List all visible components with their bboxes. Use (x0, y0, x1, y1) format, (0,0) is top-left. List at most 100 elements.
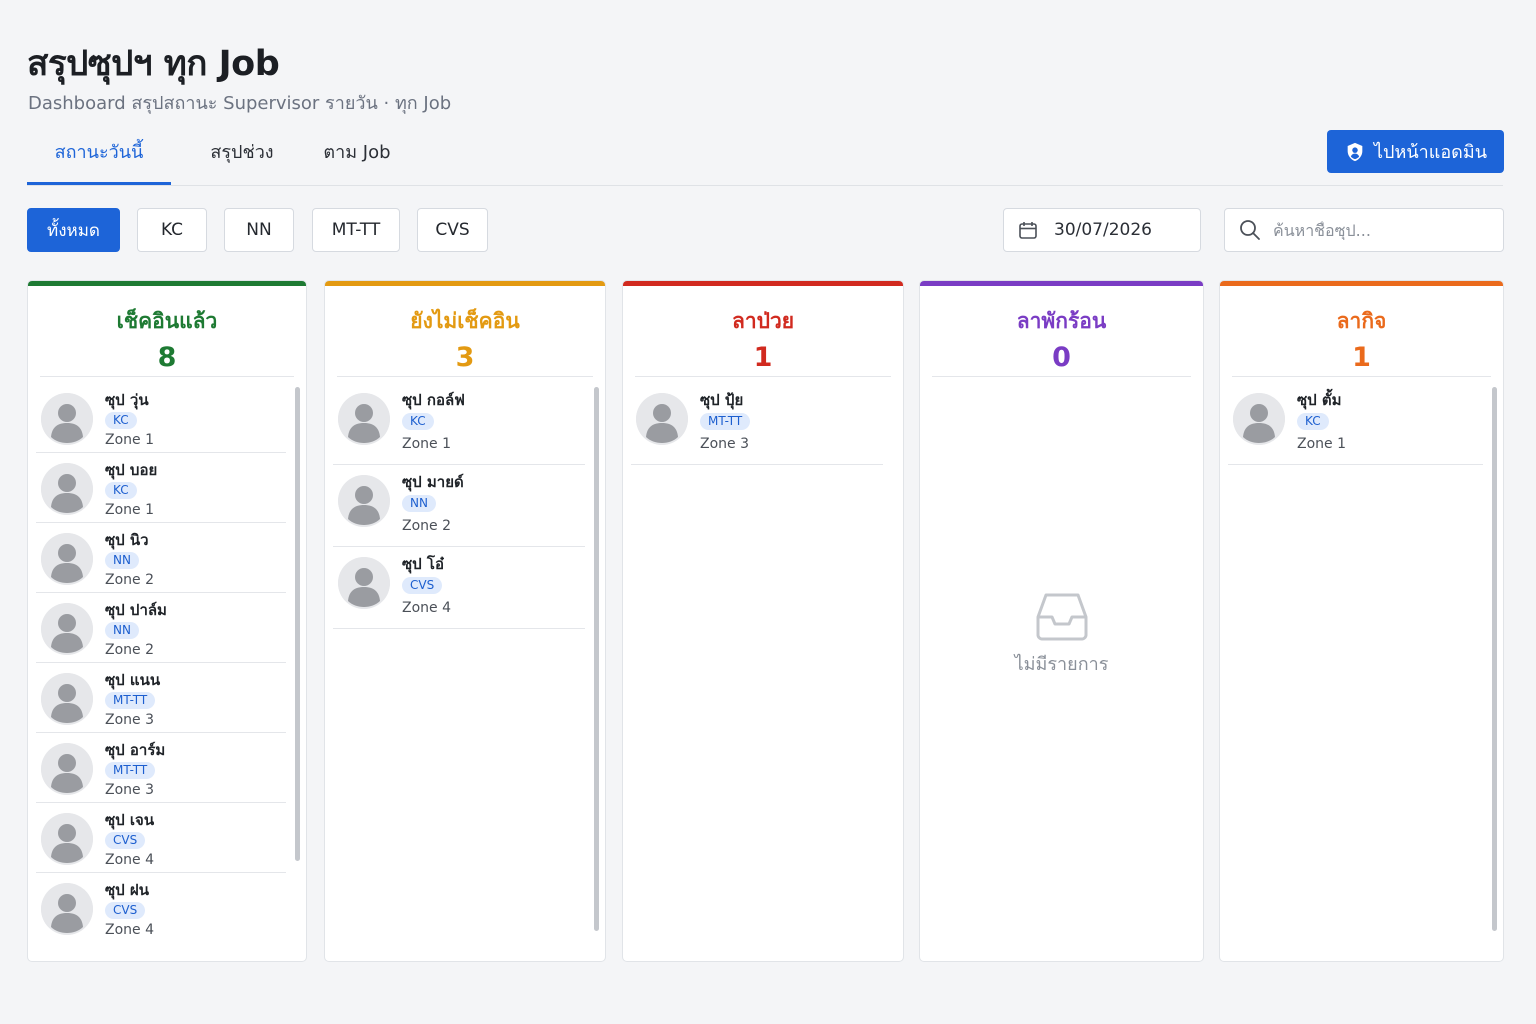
filter-kc-button[interactable]: KC (137, 208, 207, 252)
column-scrollbar[interactable] (1492, 387, 1497, 931)
avatar-person-icon (41, 533, 93, 585)
column-title: ลาป่วย (731, 309, 795, 333)
column-personal-leave: ลากิจ 1 ซุป ตั้ม KC Zone 1 (1219, 280, 1504, 962)
job-badge: KC (402, 413, 434, 430)
inbox-empty-icon (1036, 593, 1087, 641)
supervisor-card[interactable]: ซุป บอย KC Zone 1 (36, 453, 286, 523)
zone-label: Zone 3 (105, 782, 154, 798)
filter-all-button[interactable]: ทั้งหมด (27, 208, 120, 252)
column-title: ยังไม่เช็คอิน (410, 309, 520, 333)
supervisor-name: ซุป ตั้ม (1297, 391, 1342, 409)
filter-cvs-button[interactable]: CVS (417, 208, 488, 252)
supervisor-card[interactable]: ซุป ฝน CVS Zone 4 (36, 873, 286, 943)
avatar (41, 883, 93, 935)
go-admin-button[interactable]: ไปหน้าแอดมิน (1327, 130, 1504, 173)
search-box (1224, 208, 1504, 252)
search-input[interactable] (1273, 220, 1483, 240)
date-picker[interactable]: 30/07/2026 (1003, 208, 1201, 252)
avatar (338, 475, 390, 527)
supervisor-card[interactable]: ซุป ตั้ม KC Zone 1 (1228, 383, 1483, 465)
empty-label: ไม่มีรายการ (1014, 654, 1109, 675)
supervisor-name: ซุป นิว (105, 531, 149, 549)
avatar-person-icon (41, 463, 93, 515)
job-badge: CVS (105, 832, 146, 849)
job-badge: NN (402, 495, 436, 512)
zone-label: Zone 1 (105, 502, 154, 518)
column-title: ลาพักร้อน (1016, 309, 1107, 333)
calendar-icon (1019, 222, 1037, 239)
zone-label: Zone 2 (105, 642, 154, 658)
supervisor-name: ซุป กอล์ฟ (402, 391, 465, 409)
zone-label: Zone 4 (105, 852, 154, 868)
supervisor-card[interactable]: ซุป กอล์ฟ KC Zone 1 (333, 383, 585, 465)
column-count: 1 (1352, 342, 1371, 373)
zone-label: Zone 3 (105, 712, 154, 728)
job-badge: MT-TT (105, 762, 156, 779)
column-count: 3 (455, 342, 475, 373)
avatar (338, 393, 390, 445)
column-not-checked-in: ยังไม่เช็คอิน 3 ซุป กอล์ฟ KC Zone 1 ซุป มายด์… (324, 280, 606, 962)
job-badge: KC (1297, 413, 1329, 430)
supervisor-card[interactable]: ซุป โอ๋ CVS Zone 4 (333, 547, 585, 629)
column-list: ซุป วุ่น KC Zone 1 ซุป บอย KC Zone 1 ซุป นิว NN… (36, 383, 286, 943)
zone-label: Zone 2 (402, 518, 451, 534)
supervisor-card[interactable]: ซุป เจน CVS Zone 4 (36, 803, 286, 873)
column-sick-leave: ลาป่วย 1 ซุป ปุ้ย MT-TT Zone 3 (622, 280, 904, 962)
supervisor-card[interactable]: ซุป นิว NN Zone 2 (36, 523, 286, 593)
supervisor-name: ซุป อาร์ม (105, 741, 166, 759)
avatar (636, 393, 688, 445)
avatar-person-icon (338, 557, 390, 609)
avatar (41, 603, 93, 655)
supervisor-card[interactable]: ซุป แนน MT-TT Zone 3 (36, 663, 286, 733)
avatar (338, 557, 390, 609)
job-badge: CVS (105, 902, 146, 919)
avatar (41, 813, 93, 865)
tab-by-job[interactable]: ตาม Job (307, 130, 407, 185)
avatar (1233, 393, 1285, 445)
column-header: ลาป่วย 1 (635, 286, 891, 377)
column-header: ลากิจ 1 (1232, 286, 1491, 377)
supervisor-card[interactable]: ซุป ปาล์ม NN Zone 2 (36, 593, 286, 663)
date-value: 30/07/2026 (1054, 220, 1152, 240)
column-scrollbar[interactable] (594, 387, 599, 931)
column-count: 0 (1052, 342, 1071, 373)
avatar-person-icon (41, 743, 93, 795)
supervisor-card[interactable]: ซุป วุ่น KC Zone 1 (36, 383, 286, 453)
job-badge: NN (105, 622, 139, 639)
filter-mt-tt-button[interactable]: MT-TT (312, 208, 400, 252)
avatar (41, 463, 93, 515)
column-list: ซุป กอล์ฟ KC Zone 1 ซุป มายด์ NN Zone 2 ซุป โอ… (333, 383, 585, 629)
filter-nn-button[interactable]: NN (224, 208, 294, 252)
job-badge: KC (105, 482, 137, 499)
avatar (41, 743, 93, 795)
search-icon (1240, 220, 1260, 240)
column-count: 1 (753, 342, 773, 373)
avatar-person-icon (41, 603, 93, 655)
avatar-person-icon (41, 673, 93, 725)
column-list: ซุป ปุ้ย MT-TT Zone 3 (631, 383, 883, 465)
supervisor-card[interactable]: ซุป มายด์ NN Zone 2 (333, 465, 585, 547)
avatar (41, 673, 93, 725)
avatar-person-icon (338, 393, 390, 445)
supervisor-card[interactable]: ซุป ปุ้ย MT-TT Zone 3 (631, 383, 883, 465)
zone-label: Zone 4 (105, 922, 154, 938)
supervisor-name: ซุป มายด์ (402, 473, 464, 491)
column-list: ซุป ตั้ม KC Zone 1 (1228, 383, 1483, 465)
tab-today-status[interactable]: สถานะวันนี้ (27, 130, 171, 185)
avatar-person-icon (636, 393, 688, 445)
avatar (41, 393, 93, 445)
tab-period-summary[interactable]: สรุปช่วง (187, 130, 297, 185)
supervisor-name: ซุป แนน (105, 671, 161, 689)
avatar-person-icon (41, 393, 93, 445)
column-scrollbar[interactable] (295, 387, 300, 861)
supervisor-name: ซุป โอ๋ (402, 555, 444, 573)
zone-label: Zone 1 (1297, 436, 1346, 452)
supervisor-card[interactable]: ซุป อาร์ม MT-TT Zone 3 (36, 733, 286, 803)
page-subtitle: Dashboard สรุปสถานะ Supervisor รายวัน · … (28, 93, 452, 114)
zone-label: Zone 2 (105, 572, 154, 588)
column-checked-in: เช็คอินแล้ว 8 ซุป วุ่น KC Zone 1 ซุป บอย KC Zon… (27, 280, 307, 962)
job-badge: CVS (402, 577, 443, 594)
avatar-person-icon (41, 883, 93, 935)
avatar-person-icon (41, 813, 93, 865)
tab-bar: สถานะวันนี้ สรุปช่วง ตาม Job (27, 130, 1503, 186)
